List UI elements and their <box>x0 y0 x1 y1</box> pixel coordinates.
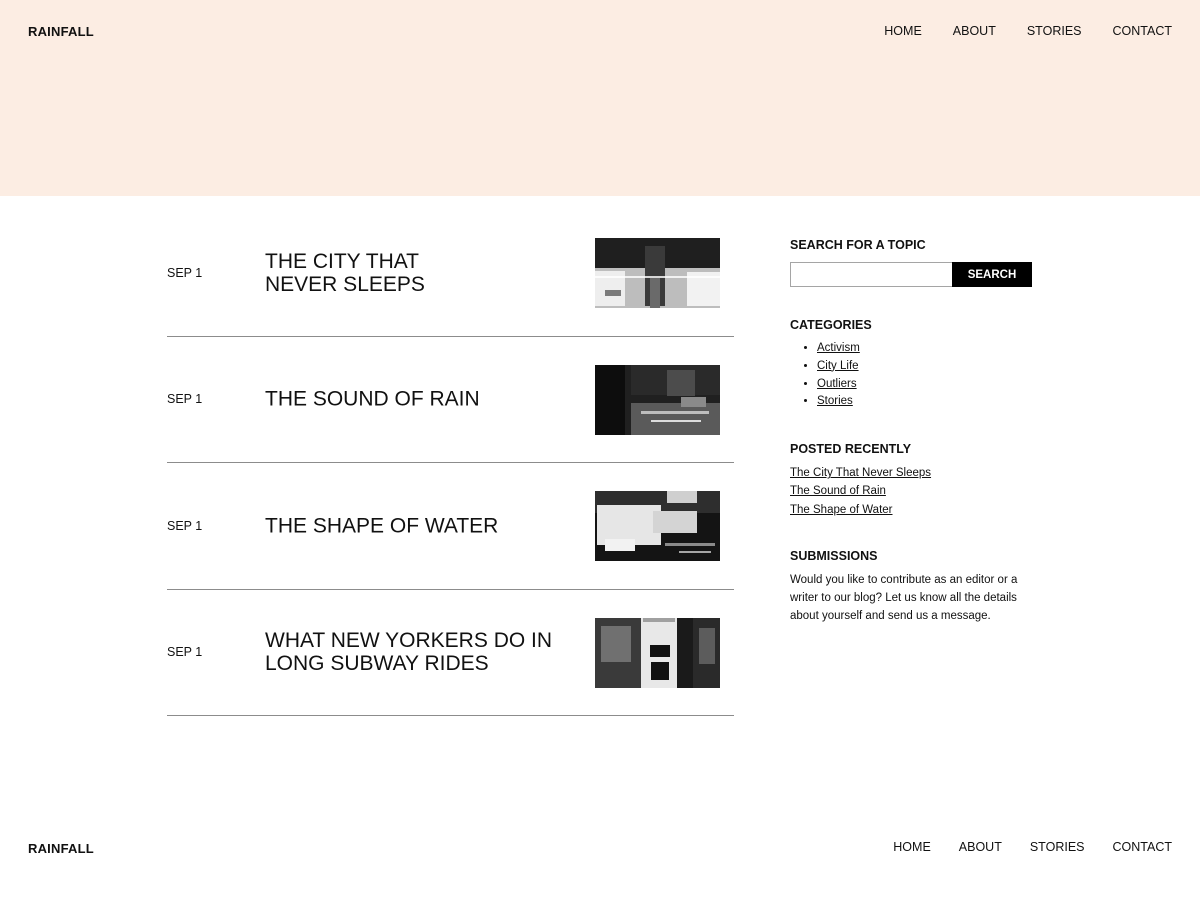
nav-about-link[interactable]: ABOUT <box>953 24 996 38</box>
footer-nav-home-link[interactable]: HOME <box>893 840 931 854</box>
submissions-section: SUBMISSIONS Would you like to contribute… <box>790 549 1035 626</box>
recent-post-link[interactable]: The City That Never Sleeps <box>790 464 1035 482</box>
search-form: SEARCH <box>790 262 1035 287</box>
post-item: SEP 1 WHAT NEW YORKERS DO IN LONG SUBWAY … <box>167 590 734 716</box>
sidebar: SEARCH FOR A TOPIC SEARCH CATEGORIES Act… <box>790 238 1035 626</box>
category-link-outliers[interactable]: Outliers <box>817 378 857 390</box>
site-logo[interactable]: RAINFALL <box>28 24 94 39</box>
category-item: Stories <box>817 393 1035 411</box>
post-item: SEP 1 THE SOUND OF RAIN <box>167 337 734 463</box>
search-button[interactable]: SEARCH <box>952 262 1032 287</box>
recent-posts-list: The City That Never Sleeps The Sound of … <box>790 464 1035 519</box>
category-item: City Life <box>817 358 1035 376</box>
post-thumbnail[interactable] <box>595 364 720 435</box>
footer-nav-about-link[interactable]: ABOUT <box>959 840 1002 854</box>
post-item: SEP 1 THE CITY THAT NEVER SLEEPS <box>167 210 734 337</box>
post-title-link[interactable]: THE CITY THAT NEVER SLEEPS <box>265 250 575 296</box>
category-item: Outliers <box>817 376 1035 394</box>
category-list: Activism City Life Outliers Stories <box>790 340 1035 411</box>
post-date: SEP 1 <box>167 392 203 407</box>
submissions-text: Would you like to contribute as an edito… <box>790 574 1018 623</box>
main-nav: HOME ABOUT STORIES CONTACT <box>884 24 1172 38</box>
post-date: SEP 1 <box>167 265 203 280</box>
nav-home-link[interactable]: HOME <box>884 24 922 38</box>
footer-nav: HOME ABOUT STORIES CONTACT <box>893 840 1172 854</box>
post-title-link[interactable]: WHAT NEW YORKERS DO IN LONG SUBWAY RIDES <box>265 629 575 675</box>
post-date: SEP 1 <box>167 518 203 533</box>
post-title-link[interactable]: THE SHAPE OF WATER <box>265 514 575 537</box>
footer-nav-stories-link[interactable]: STORIES <box>1030 840 1085 854</box>
recent-posts-section: POSTED RECENTLY The City That Never Slee… <box>790 442 1035 519</box>
feet-in-puddle-image <box>595 364 720 435</box>
recent-post-link[interactable]: The Shape of Water <box>790 501 1035 519</box>
footer-logo[interactable]: RAINFALL <box>28 841 94 856</box>
search-heading: SEARCH FOR A TOPIC <box>790 238 926 252</box>
nav-contact-link[interactable]: CONTACT <box>1113 24 1173 38</box>
category-link-city-life[interactable]: City Life <box>817 360 859 372</box>
category-item: Activism <box>817 340 1035 358</box>
hero-header: RAINFALL HOME ABOUT STORIES CONTACT <box>0 0 1200 196</box>
post-date: SEP 1 <box>167 645 203 660</box>
rainy-street-reflection-image <box>595 238 720 308</box>
nav-stories-link[interactable]: STORIES <box>1027 24 1082 38</box>
category-link-stories[interactable]: Stories <box>817 395 853 407</box>
categories-section: CATEGORIES Activism City Life Outliers S… <box>790 318 1035 411</box>
categories-heading: CATEGORIES <box>790 318 872 332</box>
post-thumbnail[interactable] <box>595 238 720 308</box>
post-list: SEP 1 THE CITY THAT NEVER SLEEPS SEP 1 TH… <box>167 210 734 716</box>
subway-crowd-image <box>595 617 720 688</box>
footer-nav-contact-link[interactable]: CONTACT <box>1113 840 1173 854</box>
search-section: SEARCH FOR A TOPIC SEARCH <box>790 238 1035 287</box>
submissions-heading: SUBMISSIONS <box>790 549 878 564</box>
category-link-activism[interactable]: Activism <box>817 342 860 354</box>
post-thumbnail[interactable] <box>595 617 720 688</box>
search-input[interactable] <box>790 262 952 287</box>
post-title-link[interactable]: THE SOUND OF RAIN <box>265 388 575 411</box>
recent-post-link[interactable]: The Sound of Rain <box>790 482 1035 500</box>
recent-posts-heading: POSTED RECENTLY <box>790 442 912 457</box>
post-item: SEP 1 THE SHAPE OF WATER <box>167 463 734 590</box>
post-thumbnail[interactable] <box>595 491 720 561</box>
hands-catching-water-image <box>595 491 720 561</box>
